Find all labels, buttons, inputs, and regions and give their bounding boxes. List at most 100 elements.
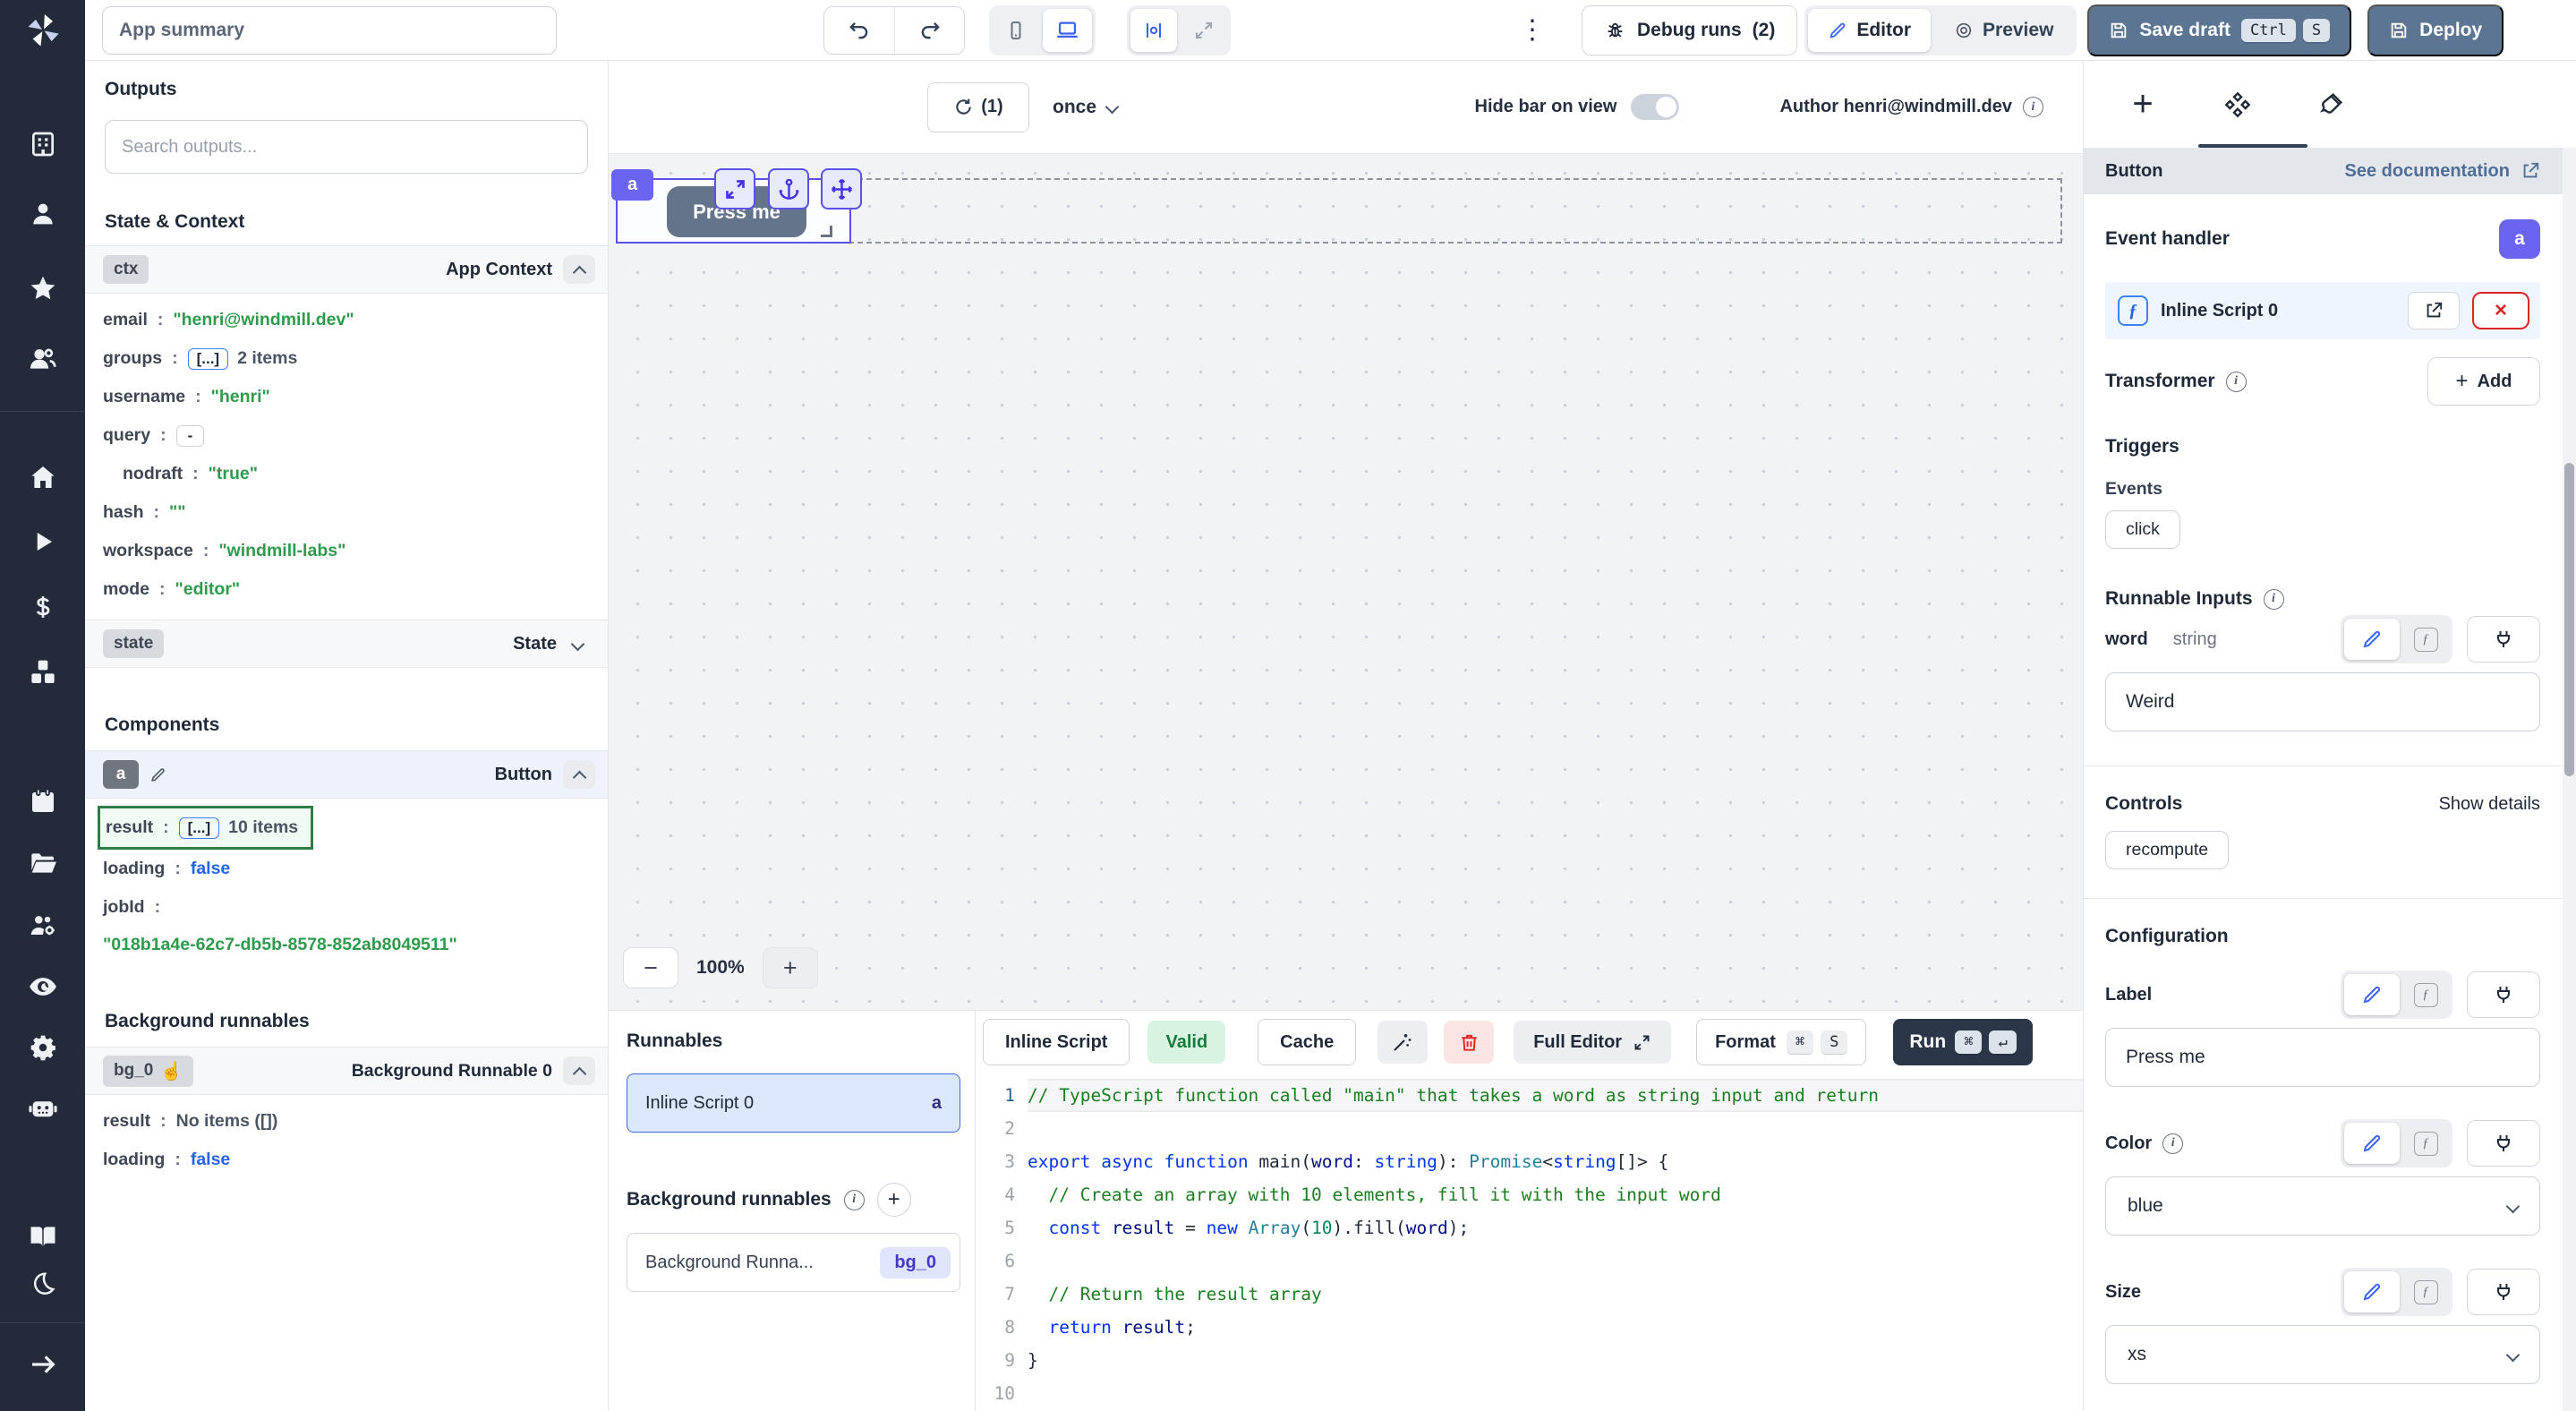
app-summary-input[interactable] <box>102 6 557 55</box>
output-row-jobId[interactable]: jobId: <box>103 888 608 927</box>
expand-handle-button[interactable] <box>714 168 755 210</box>
output-row-workspace[interactable]: workspace:"windmill-labs" <box>103 532 608 570</box>
sidebar-item-dollar-icon[interactable] <box>24 588 62 626</box>
output-row-loading[interactable]: loading:false <box>103 1141 608 1179</box>
output-row-username[interactable]: username:"henri" <box>103 378 608 416</box>
sidebar-item-cubes-icon[interactable] <box>24 654 62 691</box>
expression-mode-button[interactable]: ƒ <box>2402 1271 2449 1313</box>
expression-mode-button[interactable]: ƒ <box>2402 1123 2449 1164</box>
sidebar-item-user-gear-icon[interactable] <box>24 907 62 945</box>
output-row-mode[interactable]: mode:"editor" <box>103 570 608 609</box>
tab-editor[interactable]: Editor <box>1808 9 1931 52</box>
static-mode-button[interactable] <box>2344 1271 2400 1313</box>
event-chip-click[interactable]: click <box>2105 510 2180 549</box>
label-field[interactable] <box>2105 1028 2540 1087</box>
collapse-button[interactable] <box>563 255 595 284</box>
ctx-object-header[interactable]: ctx App Context <box>85 245 608 294</box>
info-icon[interactable]: i <box>2264 589 2284 610</box>
zoom-in-button[interactable]: + <box>763 947 818 988</box>
language-tab[interactable]: Inline Script <box>983 1019 1130 1065</box>
hide-bar-toggle[interactable] <box>1631 94 1679 120</box>
run-button[interactable]: Run ⌘↵ <box>1893 1019 2032 1065</box>
bg-runnable-header[interactable]: bg_0 ☝ Background Runnable 0 <box>85 1047 608 1095</box>
remove-script-button[interactable]: × <box>2472 292 2529 329</box>
add-transformer-button[interactable]: +Add <box>2427 357 2540 406</box>
sidebar-item-folder-icon[interactable] <box>24 844 62 882</box>
desktop-view-button[interactable] <box>1043 9 1092 52</box>
app-canvas[interactable]: a Press me − 100% + <box>609 154 2083 1010</box>
sidebar-item-robot-icon[interactable] <box>24 1090 62 1127</box>
bg-runnable-item[interactable]: Background Runna...bg_0 <box>627 1233 960 1292</box>
output-row-result[interactable]: result:No items ([]) <box>103 1102 608 1141</box>
tab-insert-plus-icon[interactable]: + <box>2123 85 2162 124</box>
connect-input-button[interactable] <box>2467 1120 2540 1167</box>
center-layout-button[interactable] <box>1130 9 1177 52</box>
resize-handle[interactable] <box>821 226 832 237</box>
collapse-button[interactable] <box>563 1056 595 1085</box>
info-icon[interactable]: i <box>2023 97 2043 117</box>
save-draft-button[interactable]: Save draft CtrlS <box>2087 4 2351 56</box>
sidebar-item-user-icon[interactable] <box>24 195 62 233</box>
scrollbar[interactable] <box>2563 148 2576 1411</box>
state-object-header[interactable]: state State <box>85 620 608 668</box>
collapse-button[interactable] <box>563 760 595 789</box>
code-area[interactable]: 12345678910 // TypeScript function calle… <box>976 1073 2083 1411</box>
runnable-item[interactable]: Inline Script 0a <box>627 1073 960 1133</box>
deploy-button[interactable]: Deploy <box>2367 4 2503 56</box>
output-row-groups[interactable]: groups:[...]2 items <box>103 339 608 378</box>
output-row-hash[interactable]: hash:"" <box>103 493 608 532</box>
format-button[interactable]: Format ⌘S <box>1696 1019 1866 1065</box>
add-bg-runnable-button[interactable]: + <box>877 1183 911 1217</box>
expand-array-chip[interactable]: [...] <box>188 348 229 370</box>
sidebar-item-book-icon[interactable] <box>24 1218 62 1255</box>
scrollbar-thumb[interactable] <box>2564 463 2574 776</box>
sidebar-item-users-icon[interactable] <box>24 340 62 378</box>
expression-mode-button[interactable]: ƒ <box>2402 619 2449 660</box>
more-menu-button[interactable]: ⋮ <box>1519 21 1546 39</box>
delete-script-button[interactable] <box>1444 1021 1494 1064</box>
size-select[interactable]: xs <box>2105 1325 2540 1384</box>
tab-preview[interactable]: Preview <box>1934 9 2073 52</box>
sidebar-item-play-icon[interactable] <box>24 523 62 560</box>
sidebar-item-calendar-icon[interactable] <box>24 782 62 820</box>
tab-styling-brush-icon[interactable] <box>2311 85 2350 124</box>
output-row-nodraft[interactable]: nodraft:"true" <box>103 455 608 493</box>
refresh-button[interactable]: (1) <box>927 82 1029 133</box>
word-input[interactable] <box>2105 672 2540 731</box>
zoom-out-button[interactable]: − <box>623 947 678 988</box>
full-editor-button[interactable]: Full Editor <box>1514 1021 1671 1064</box>
sidebar-item-gear-icon[interactable] <box>24 1029 62 1066</box>
undo-button[interactable] <box>824 7 894 54</box>
redo-button[interactable] <box>894 7 964 54</box>
output-row-email[interactable]: email:"henri@windmill.dev" <box>103 301 608 339</box>
connect-input-button[interactable] <box>2467 971 2540 1018</box>
control-chip-recompute[interactable]: recompute <box>2105 831 2229 869</box>
output-row-result[interactable]: result:[...]10 items <box>106 808 298 847</box>
sidebar-item-star-icon[interactable] <box>24 269 62 307</box>
static-mode-button[interactable] <box>2344 974 2400 1015</box>
show-details-link[interactable]: Show details <box>2439 794 2540 815</box>
mobile-view-button[interactable] <box>993 9 1039 52</box>
move-handle-button[interactable] <box>821 168 862 210</box>
static-mode-button[interactable] <box>2344 619 2400 660</box>
cache-button[interactable]: Cache <box>1258 1019 1356 1065</box>
tab-component-settings-icon[interactable] <box>2218 85 2257 124</box>
info-icon[interactable]: i <box>2162 1133 2183 1154</box>
info-icon[interactable]: i <box>844 1190 865 1210</box>
output-row-query[interactable]: query:- <box>103 416 608 455</box>
debug-runs-button[interactable]: Debug runs (2) <box>1582 5 1797 56</box>
anchor-handle-button[interactable] <box>768 168 809 210</box>
color-select[interactable]: blue <box>2105 1176 2540 1236</box>
fullwidth-layout-button[interactable] <box>1181 9 1227 52</box>
expand-array-chip[interactable]: [...] <box>179 817 220 839</box>
edit-id-pencil-icon[interactable] <box>149 766 166 783</box>
output-row-loading[interactable]: loading:false <box>103 850 608 888</box>
open-script-button[interactable] <box>2408 292 2460 329</box>
info-icon[interactable]: i <box>2226 372 2247 392</box>
refresh-mode-select[interactable]: once <box>1053 97 1117 118</box>
connect-input-button[interactable] <box>2467 1269 2540 1315</box>
sidebar-item-home-icon[interactable] <box>24 458 62 496</box>
search-outputs-input[interactable] <box>105 120 588 174</box>
expression-mode-button[interactable]: ƒ <box>2402 974 2449 1015</box>
empty-value-chip[interactable]: - <box>176 425 205 447</box>
